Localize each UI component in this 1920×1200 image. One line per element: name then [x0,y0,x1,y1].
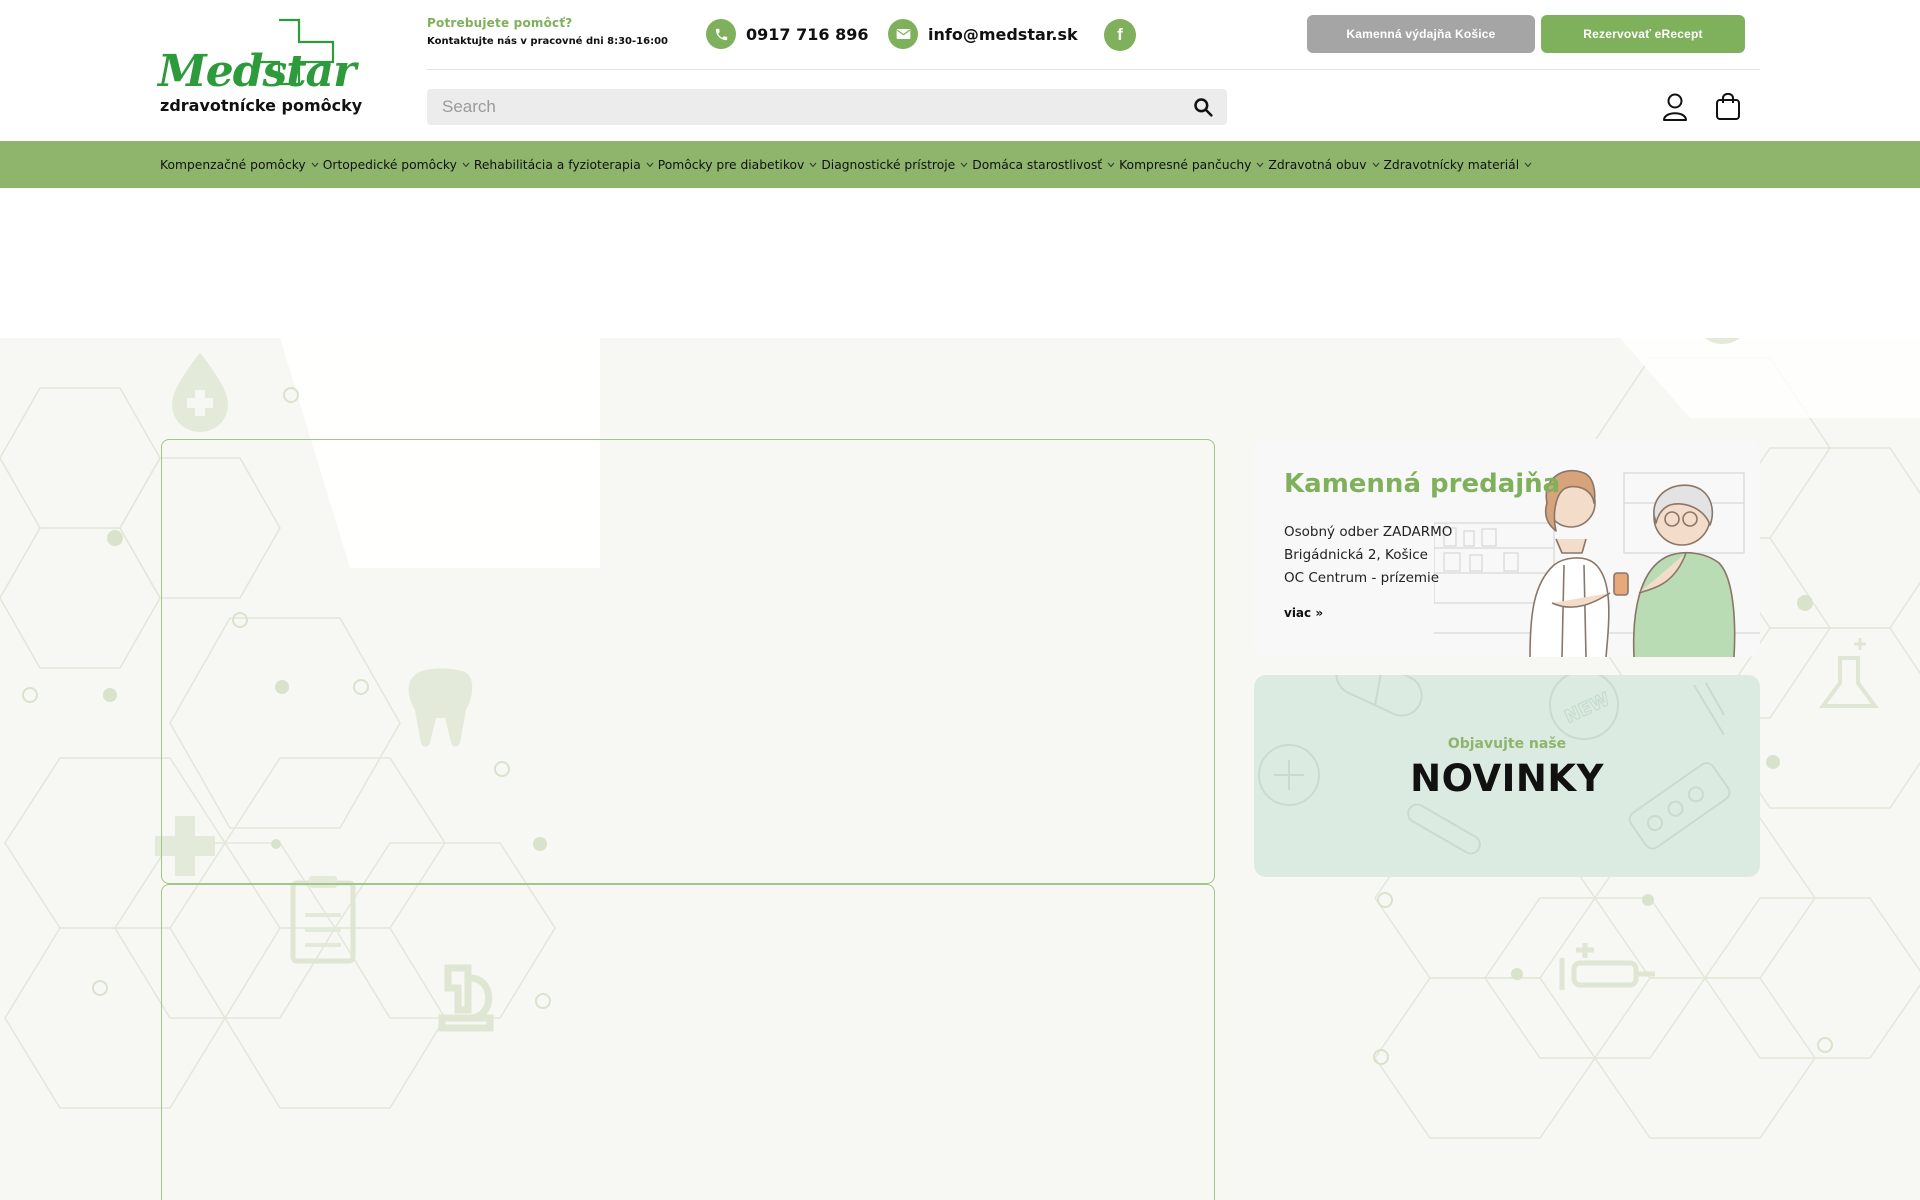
news-card[interactable]: NEW Objavujte naše NOVINKY [1254,675,1760,877]
nav-item[interactable]: Zdravotnícky materiál [1384,158,1537,172]
store-location: OC Centrum - prízemie [1284,570,1440,586]
email-address: info@medstar.sk [928,24,1078,44]
nav-item-label: Ortopedické pomôcky [322,157,457,172]
chevron-down-icon [809,162,817,167]
phone-icon [706,19,736,49]
nav-item[interactable]: Pomôcky pre diabetikov [658,158,822,172]
shopping-bag-icon[interactable] [1715,92,1741,120]
site-header: Medstar zdravotnícke pomôcky Potrebujete… [0,0,1920,141]
logo-wordmark: Medstar [158,46,356,97]
store-pickup-note: Osobný odber ZADARMO [1284,524,1453,540]
nav-item-label: Pomôcky pre diabetikov [657,157,805,172]
chevron-down-icon [1107,162,1115,167]
nav-item[interactable]: Diagnostické prístroje [821,158,972,172]
search-icon[interactable] [1193,97,1213,117]
email-contact[interactable]: info@medstar.sk [888,19,1078,49]
nav-item-label: Zdravotnícky materiál [1383,157,1520,172]
chevron-down-icon [960,162,968,167]
store-more-link[interactable]: viac » [1284,606,1323,620]
nav-item-label: Zdravotná obuv [1268,157,1367,172]
help-title: Potrebujete pomôcť? [427,16,573,30]
nav-item-label: Kompresné pančuchy [1119,157,1252,172]
nav-item[interactable]: Rehabilitácia a fyzioterapia [474,158,658,172]
header-divider [427,69,1760,70]
news-card-subtitle: Objavujte naše [1447,736,1567,752]
nav-item-label: Domáca starostlivosť [972,157,1103,172]
user-account-icon[interactable] [1662,93,1688,121]
hero-slider-frame[interactable] [161,439,1215,884]
logo[interactable]: Medstar zdravotnícke pomôcky [158,16,362,120]
nav-item[interactable]: Kompenzačné pomôcky [160,158,323,172]
search-bar [427,89,1227,125]
store-card[interactable]: Kamenná predajňa Osobný odber ZADARMO Br… [1254,439,1760,657]
nav-item[interactable]: Kompresné pančuchy [1119,158,1268,172]
store-card-title: Kamenná predajňa [1284,469,1561,499]
chevron-down-icon [1372,162,1379,167]
new-stamp-text: NEW [1562,689,1614,728]
nav-item[interactable]: Ortopedické pomôcky [323,158,474,172]
news-card-title: NOVINKY [1410,757,1604,800]
nav-list: Kompenzačné pomôcky Ortopedické pomôcky … [160,141,1536,188]
chevron-down-icon [646,162,654,167]
search-input[interactable] [427,89,1187,125]
nav-item-label: Rehabilitácia a fyzioterapia [473,157,641,172]
chevron-down-icon [1257,162,1264,167]
store-card-details: Osobný odber ZADARMO Brigádnická 2, Koši… [1284,521,1452,590]
nav-item[interactable]: Domáca starostlivosť [972,158,1119,172]
chevron-down-icon [311,162,319,167]
help-box: Potrebujete pomôcť? Kontaktujte nás v pr… [427,16,668,47]
nav-item-label: Diagnostické prístroje [821,157,956,172]
envelope-icon [888,19,918,49]
logo-tagline: zdravotnícke pomôcky [160,96,363,115]
phone-contact[interactable]: 0917 716 896 [706,19,868,49]
facebook-icon[interactable]: f [1104,19,1136,51]
nav-item-label: Kompenzačné pomôcky [160,157,306,172]
reserve-erecept-button[interactable]: Rezervovať eRecept [1541,15,1745,53]
promo-banner-frame[interactable] [161,884,1215,1200]
chevron-down-icon [1524,162,1532,167]
phone-number: 0917 716 896 [746,24,869,44]
main-navigation: Kompenzačné pomôcky Ortopedické pomôcky … [0,141,1920,188]
nav-item[interactable]: Zdravotná obuv [1268,158,1383,172]
help-hours: Kontaktujte nás v pracovné dni 8:30-16:0… [427,36,668,47]
chevron-down-icon [462,162,470,167]
store-pickup-button[interactable]: Kamenná výdajňa Košice [1307,15,1535,53]
syringe-icon [1559,943,1655,990]
store-address: Brigádnická 2, Košice [1284,547,1428,563]
